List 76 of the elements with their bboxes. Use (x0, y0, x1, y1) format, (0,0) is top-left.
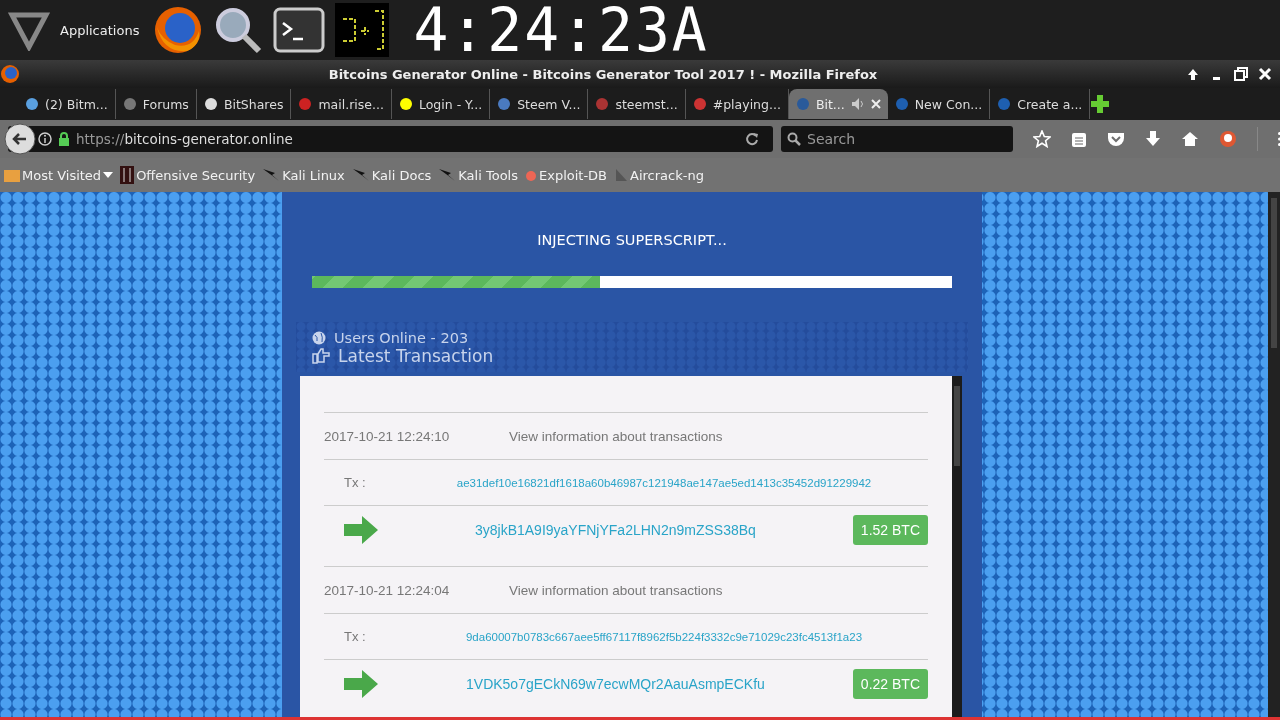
favicon-icon (692, 97, 707, 111)
search-icon[interactable] (787, 132, 801, 146)
status-text: INJECTING SUPERSCRIPT... (536, 232, 728, 248)
tx-label: Tx : (343, 475, 367, 490)
back-icon[interactable] (4, 123, 36, 155)
maximize-icon[interactable] (1234, 67, 1248, 81)
favicon-icon (497, 97, 512, 111)
browser-tab[interactable]: Bit... (788, 89, 888, 119)
lock-icon[interactable] (58, 132, 70, 146)
bookmark-item[interactable]: Aircrack-ng (614, 167, 704, 183)
favicon-icon (298, 97, 313, 111)
terminal-icon[interactable] (273, 7, 326, 53)
star-icon[interactable] (1033, 130, 1051, 148)
applications-menu[interactable]: Applications (60, 22, 140, 38)
section-heading: Latest Transaction (338, 346, 494, 366)
globe-icon[interactable] (312, 331, 326, 345)
amount-badge: 1.52 BTC (852, 515, 928, 545)
favicon-icon (203, 97, 218, 111)
browser-tab[interactable]: Create a... (990, 89, 1091, 119)
wallet-address: 1VDK5o7gECkN69w7ecwMQr2AauAsmpECKfu (465, 676, 766, 692)
arrow-icon (344, 516, 378, 544)
bookmark-item[interactable]: Kali Linux (262, 167, 345, 183)
tx-hash: 9da60007b0783c667aee5ff67117f8962f5b224f3332c9e71029c23fc4513f1a23 (464, 630, 864, 643)
browser-tab[interactable]: #playing... (685, 89, 789, 119)
favicon-icon (122, 97, 137, 111)
users-online-text: Users Online - 203 (334, 330, 469, 346)
transaction-info-link[interactable]: View information about transactions (509, 428, 723, 444)
arrow-icon (344, 670, 378, 698)
bookmark-item[interactable]: Most Visited (4, 167, 114, 183)
bookmark-logo-icon[interactable] (120, 166, 135, 184)
tx-hash: ae31def10e16821df1618a60b46987c121948ae147ae5ed1413c35452d91229942 (455, 476, 873, 489)
url-text: https://bitcoins-generator.online (76, 131, 294, 147)
tx-label: Tx : (343, 629, 367, 644)
favicon-icon (795, 97, 810, 111)
favicon-icon (398, 97, 413, 111)
new-tab-icon[interactable] (1090, 94, 1111, 114)
browser-tab[interactable]: steemst... (588, 89, 686, 119)
caret-icon[interactable] (103, 171, 114, 179)
bookmark-item[interactable]: Kali Docs (351, 167, 432, 183)
search-field[interactable]: Search (781, 126, 1013, 152)
browser-tab[interactable]: New Con... (887, 89, 991, 119)
browser-tab[interactable]: mail.rise... (291, 89, 392, 119)
favicon-icon (25, 97, 39, 111)
speaker-icon[interactable] (850, 97, 865, 111)
browser-tab[interactable]: Forums (115, 89, 197, 119)
clock-text: 4:24:23A (413, 0, 709, 62)
browser-tab[interactable]: Steem V... (490, 89, 589, 119)
firefox-icon[interactable] (0, 64, 20, 84)
browser-tab[interactable]: Login - Y... (391, 89, 491, 119)
pointing-hand-icon[interactable] (312, 348, 330, 364)
amount-badge: 0.22 BTC (852, 669, 928, 699)
timestamp: 2017-10-21 12:24:04 (324, 582, 451, 598)
wallet-address: 3y8jkB1A9I9yaYFNjYFa2LHN2n9mZSS38Bq (473, 522, 757, 538)
scrollbar[interactable] (952, 376, 962, 720)
clipboard-list-icon[interactable] (1071, 130, 1087, 148)
cpu-monitor-icon[interactable] (335, 3, 390, 57)
pocket-icon[interactable] (1107, 131, 1125, 147)
favicon-icon (595, 97, 610, 111)
reload-icon[interactable] (745, 132, 759, 146)
page-scrollbar[interactable] (1268, 192, 1280, 720)
browser-tab[interactable]: (2) Bitm... (18, 89, 116, 119)
window-title: Bitcoins Generator Online - Bitcoins Generator Tool 2017 ! - Mozilla Firefox (327, 66, 879, 82)
transaction-info-link[interactable]: View information about transactions (509, 582, 723, 598)
favicon-icon (997, 97, 1012, 111)
info-icon[interactable] (38, 132, 52, 146)
download-icon[interactable] (1145, 130, 1161, 148)
magnifier-icon[interactable] (213, 5, 264, 55)
home-icon[interactable] (1181, 131, 1199, 147)
favicon-icon (894, 97, 909, 111)
browser-tab[interactable]: BitShares (196, 89, 292, 119)
bookmark-item[interactable]: Exploit-DB (525, 167, 608, 183)
bookmark-item[interactable]: Offensive Security (120, 166, 256, 184)
firefox-icon[interactable] (153, 5, 204, 55)
bookmark-item[interactable]: Kali Tools (438, 167, 518, 183)
timestamp: 2017-10-21 12:24:10 (324, 428, 451, 444)
up-arrow-icon[interactable] (1186, 67, 1200, 81)
